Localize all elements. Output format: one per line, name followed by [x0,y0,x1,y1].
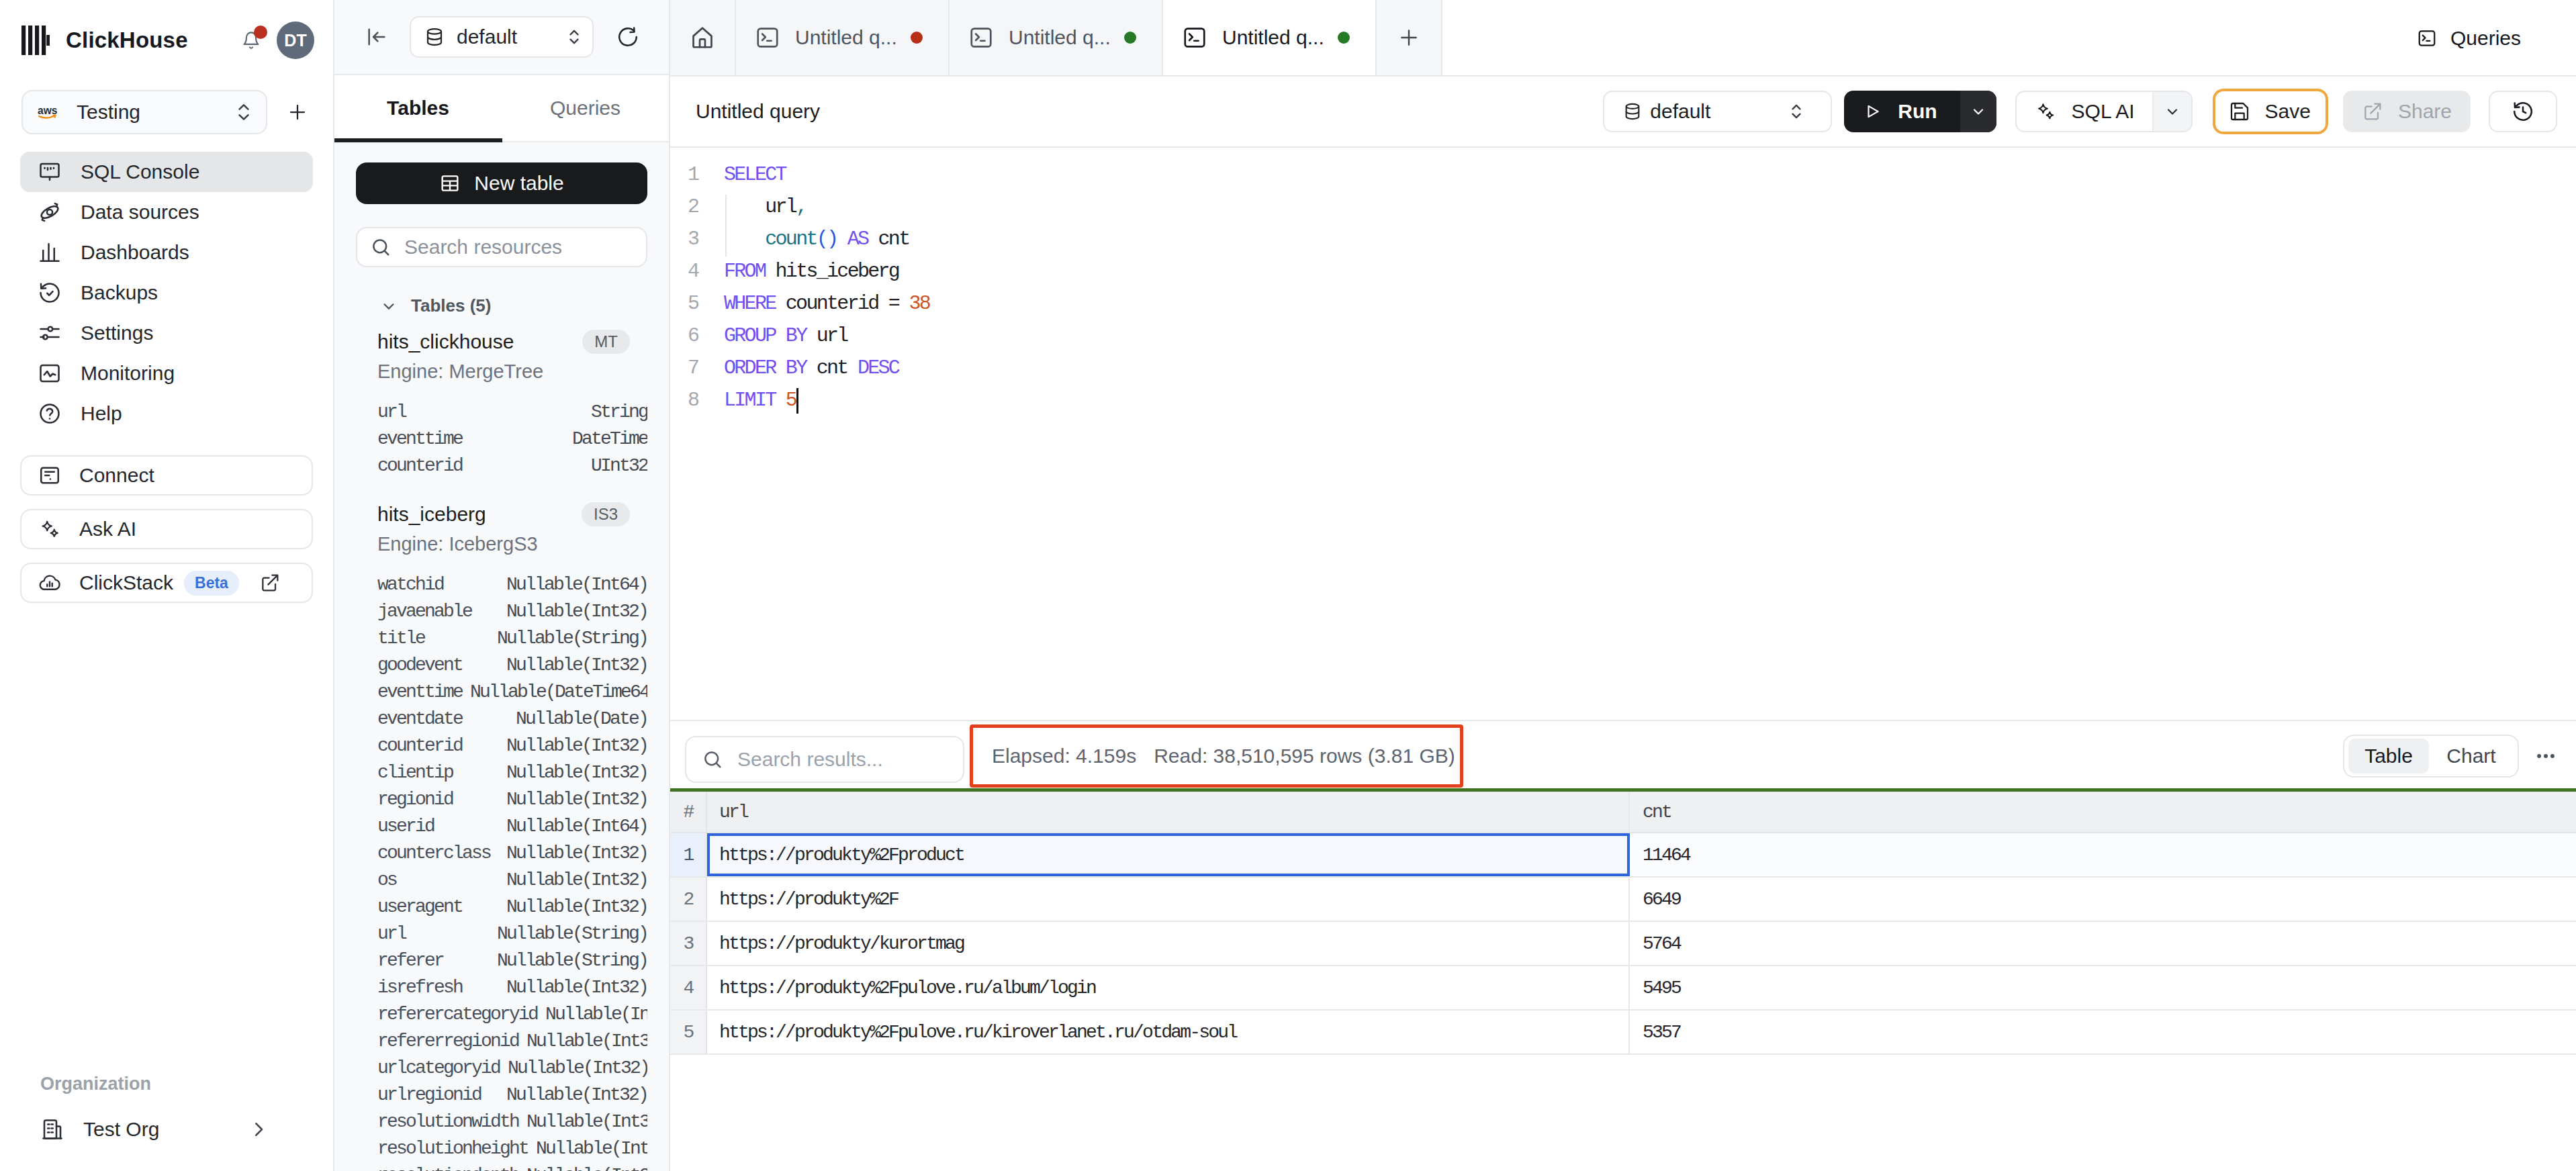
svg-text:aws: aws [38,105,58,116]
